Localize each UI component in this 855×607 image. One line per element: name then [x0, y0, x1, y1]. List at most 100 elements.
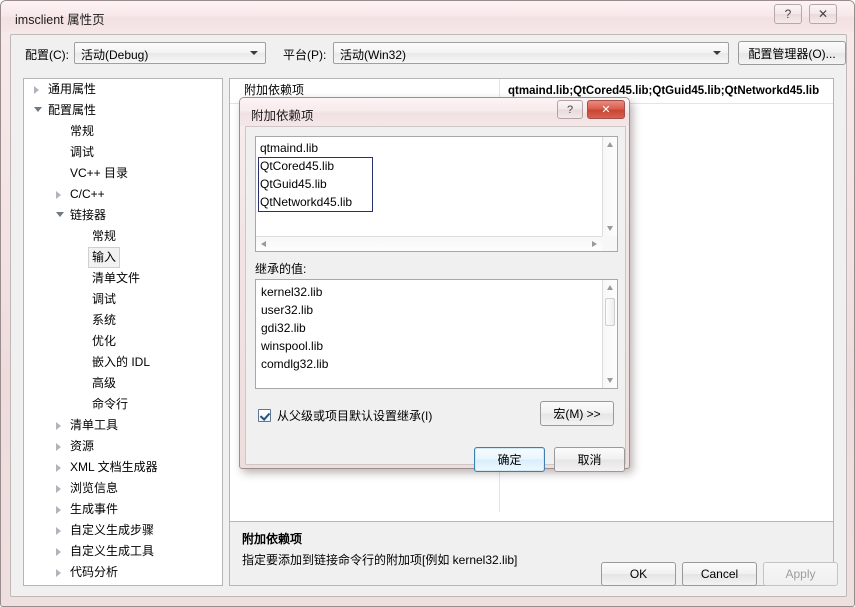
inherited-value-item: winspool.lib — [261, 339, 324, 353]
chevron-right-icon[interactable] — [56, 485, 61, 493]
chevron-down-icon[interactable] — [34, 107, 42, 112]
text-selection-outline — [258, 157, 373, 212]
dialog-title: 附加依赖项 — [251, 109, 314, 123]
property-value[interactable]: qtmaind.lib;QtCored45.lib;QtGuid45.lib;Q… — [500, 85, 833, 97]
tree-item[interactable]: 高级 — [24, 373, 222, 394]
tree-item[interactable]: 链接器 — [24, 205, 222, 226]
scroll-down-icon[interactable] — [607, 226, 613, 231]
dialog-button-bar: OK Cancel Apply — [11, 554, 846, 596]
macros-button[interactable]: 宏(M) >> — [540, 401, 614, 426]
chevron-right-icon[interactable] — [56, 443, 61, 451]
dialog-body: qtmaind.lib QtCored45.lib QtGuid45.lib QtNe… — [245, 126, 626, 472]
tree-item-label: 嵌入的 IDL — [92, 355, 151, 369]
tree-item[interactable]: 清单工具 — [24, 415, 222, 436]
tree-item[interactable]: VC++ 目录 — [24, 163, 222, 184]
chevron-right-icon[interactable] — [56, 191, 61, 199]
inherited-vertical-scrollbar[interactable] — [602, 280, 617, 388]
inherit-from-parent-checkbox[interactable]: 从父级或项目默认设置继承(I) — [258, 407, 432, 424]
tree-item[interactable]: 清单文件 — [24, 268, 222, 289]
tree-item[interactable]: 调试 — [24, 142, 222, 163]
tree-item[interactable]: 通用属性 — [24, 79, 222, 100]
tree-item[interactable]: 优化 — [24, 331, 222, 352]
tree-item-label: 链接器 — [70, 208, 107, 222]
inherited-values-list[interactable]: kernel32.lib user32.lib gdi32.lib winspool.… — [255, 279, 618, 389]
scroll-up-icon[interactable] — [607, 142, 613, 147]
tree-item[interactable]: 输入 — [24, 247, 222, 268]
configuration-label: 配置(C): — [25, 48, 69, 62]
tree-item-label: 调试 — [92, 292, 117, 306]
scroll-up-icon[interactable] — [607, 285, 613, 290]
question-mark-icon: ? — [566, 103, 574, 116]
tree-item[interactable]: 命令行 — [24, 394, 222, 415]
inherited-value-item: kernel32.lib — [261, 285, 323, 299]
tree-item-label: 生成事件 — [70, 502, 119, 516]
scroll-down-icon[interactable] — [607, 378, 613, 383]
tree-item-label: 通用属性 — [48, 82, 97, 96]
tree-item[interactable]: 自定义生成步骤 — [24, 520, 222, 541]
tree-item[interactable]: 调试 — [24, 289, 222, 310]
window-titlebar: imsclient 属性页 ? ✕ — [1, 1, 854, 32]
tree-item[interactable]: XML 文档生成器 — [24, 457, 222, 478]
edit-horizontal-scrollbar[interactable] — [256, 236, 602, 251]
tree-item-label: 配置属性 — [48, 103, 97, 117]
tree-item[interactable]: 浏览信息 — [24, 478, 222, 499]
tree-item-label: 自定义生成步骤 — [70, 523, 155, 537]
tree-item-label: 输入 — [88, 247, 121, 268]
scrollbar-thumb[interactable] — [605, 298, 615, 326]
scroll-left-icon[interactable] — [261, 241, 266, 247]
dependency-line: qtmaind.lib — [260, 141, 319, 155]
dialog-close-button[interactable]: ✕ — [587, 100, 625, 119]
tree-item-label: C/C++ — [70, 187, 105, 201]
tree-item[interactable]: 配置属性 — [24, 100, 222, 121]
tree-item[interactable]: C/C++ — [24, 184, 222, 205]
tree-item-label: 调试 — [70, 145, 95, 159]
edit-vertical-scrollbar[interactable] — [602, 137, 617, 236]
chevron-right-icon[interactable] — [56, 506, 61, 514]
dialog-titlebar: 附加依赖项 ? ✕ — [240, 98, 629, 126]
dialog-cancel-button[interactable]: 取消 — [554, 447, 625, 472]
property-tree[interactable]: 通用属性 配置属性 常规 调试 VC++ 目录 C/C++ 链接器 常规 输入 清单文件 调试 系统优… — [23, 78, 223, 586]
tree-item-label: 常规 — [92, 229, 117, 243]
configuration-combobox[interactable]: 活动(Debug) — [74, 42, 266, 64]
chevron-down-icon — [250, 51, 258, 55]
apply-button: Apply — [763, 562, 838, 586]
tree-item-label: 优化 — [92, 334, 117, 348]
scroll-right-icon[interactable] — [592, 241, 597, 247]
chevron-right-icon[interactable] — [34, 86, 39, 94]
platform-value: 活动(Win32) — [340, 48, 407, 62]
tree-item[interactable]: 资源 — [24, 436, 222, 457]
help-button[interactable]: ? — [774, 4, 802, 24]
tree-item[interactable]: 生成事件 — [24, 499, 222, 520]
inherited-value-item: gdi32.lib — [261, 321, 306, 335]
inherited-values-lines: kernel32.lib user32.lib gdi32.lib winspool.… — [261, 283, 328, 373]
platform-label: 平台(P): — [283, 48, 327, 62]
tree-item-label: 常规 — [70, 124, 95, 138]
question-mark-icon: ? — [784, 7, 792, 21]
tree-item-label: 清单工具 — [70, 418, 119, 432]
tree-item-label: 系统 — [92, 313, 117, 327]
additional-dependencies-dialog: 附加依赖项 ? ✕ qtmaind.lib QtCored45.lib QtGuid… — [239, 97, 630, 472]
tree-item[interactable]: 常规 — [24, 121, 222, 142]
configuration-manager-button[interactable]: 配置管理器(O)... — [738, 41, 846, 65]
chevron-right-icon[interactable] — [56, 422, 61, 430]
dependencies-edit-box[interactable]: qtmaind.lib QtCored45.lib QtGuid45.lib QtNe… — [255, 136, 618, 252]
property-name-empty — [230, 488, 500, 512]
chevron-right-icon[interactable] — [56, 464, 61, 472]
tree-item[interactable]: 常规 — [24, 226, 222, 247]
tree-item-label: 命令行 — [92, 397, 129, 411]
tree-item[interactable]: 嵌入的 IDL — [24, 352, 222, 373]
dialog-help-button[interactable]: ? — [557, 100, 583, 119]
chevron-right-icon[interactable] — [56, 527, 61, 535]
cancel-button[interactable]: Cancel — [682, 562, 757, 586]
dialog-ok-button[interactable]: 确定 — [474, 447, 545, 472]
chevron-down-icon[interactable] — [56, 212, 64, 217]
tree-item[interactable]: 系统 — [24, 310, 222, 331]
ok-button[interactable]: OK — [601, 562, 676, 586]
close-button[interactable]: ✕ — [809, 4, 837, 24]
window-title: imsclient 属性页 — [15, 13, 105, 27]
scrollbar-corner — [602, 236, 617, 251]
tree-item-label: VC++ 目录 — [70, 166, 129, 180]
platform-combobox[interactable]: 活动(Win32) — [333, 42, 729, 64]
inherited-value-item: comdlg32.lib — [261, 357, 329, 371]
inherited-values-label: 继承的值: — [255, 262, 307, 276]
